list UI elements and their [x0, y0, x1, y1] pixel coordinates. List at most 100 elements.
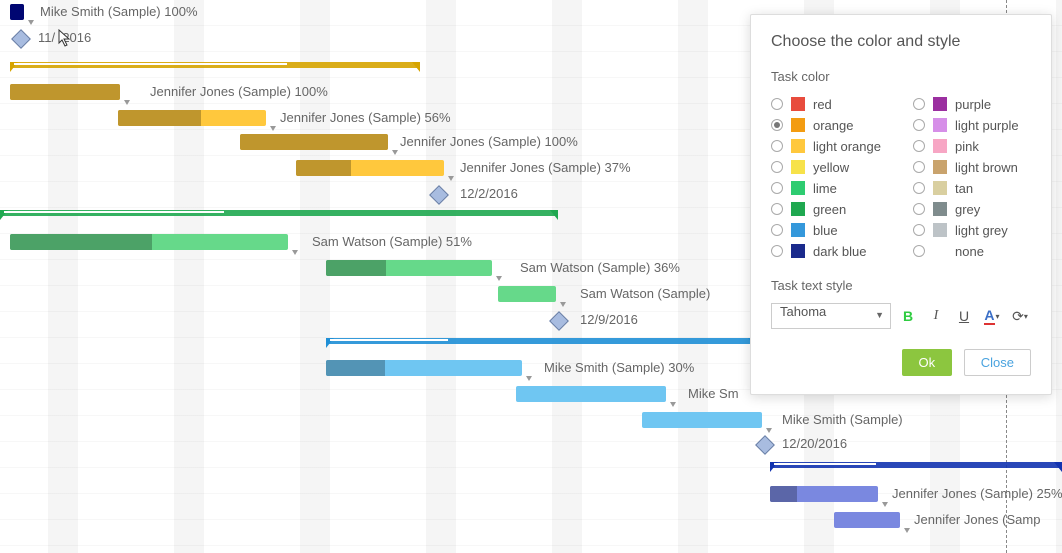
- dialog-buttons: Ok Close: [771, 349, 1031, 376]
- color-option-none[interactable]: none: [913, 241, 1031, 261]
- font-family-select[interactable]: Tahoma: [771, 303, 891, 329]
- radio-icon: [913, 140, 925, 152]
- summary-bar[interactable]: [326, 338, 756, 348]
- color-option-light-brown[interactable]: light brown: [913, 157, 1031, 177]
- color-swatch: [791, 97, 805, 111]
- color-option-yellow[interactable]: yellow: [771, 157, 889, 177]
- color-option-dark-blue[interactable]: dark blue: [771, 241, 889, 261]
- summary-bar[interactable]: [10, 62, 420, 72]
- dialog-title: Choose the color and style: [771, 33, 1031, 51]
- milestone-diamond[interactable]: [755, 435, 775, 455]
- color-name: light orange: [813, 139, 881, 154]
- task-label: Jennifer Jones (Sample) 100%: [150, 84, 328, 99]
- color-option-light-orange[interactable]: light orange: [771, 136, 889, 156]
- color-option-blue[interactable]: blue: [771, 220, 889, 240]
- task-label: Jennifer Jones (Sample) 25%: [892, 486, 1062, 501]
- color-name: yellow: [813, 160, 849, 175]
- task-bar[interactable]: [118, 110, 266, 126]
- color-option-lime[interactable]: lime: [771, 178, 889, 198]
- gantt-row: [0, 456, 1062, 482]
- task-color-label: Task color: [771, 69, 1031, 84]
- color-swatch: [933, 160, 947, 174]
- task-bar[interactable]: [10, 234, 288, 250]
- gantt-row: 12/20/2016: [0, 432, 1062, 458]
- radio-icon: [913, 161, 925, 173]
- radio-icon: [913, 224, 925, 236]
- task-bar[interactable]: [326, 260, 492, 276]
- dependency-arrow-icon: [28, 20, 34, 25]
- gantt-row: Jennifer Jones (Samp: [0, 508, 1062, 534]
- bold-button[interactable]: B: [897, 305, 919, 327]
- color-option-red[interactable]: red: [771, 94, 889, 114]
- color-swatch: [791, 223, 805, 237]
- task-bar[interactable]: [834, 512, 900, 528]
- dependency-arrow-icon: [526, 376, 532, 381]
- radio-icon: [771, 182, 783, 194]
- font-color-button[interactable]: A▾: [981, 305, 1003, 327]
- task-bar[interactable]: [642, 412, 762, 428]
- ok-button[interactable]: Ok: [902, 349, 953, 376]
- color-option-light-grey[interactable]: light grey: [913, 220, 1031, 240]
- italic-button[interactable]: I: [925, 305, 947, 327]
- radio-icon: [771, 98, 783, 110]
- task-progress: [10, 84, 120, 100]
- task-bar[interactable]: [326, 360, 522, 376]
- radio-icon: [913, 182, 925, 194]
- task-bar[interactable]: [240, 134, 388, 150]
- color-name: purple: [955, 97, 991, 112]
- dependency-arrow-icon: [124, 100, 130, 105]
- milestone-diamond[interactable]: [549, 311, 569, 331]
- task-bar[interactable]: [10, 4, 24, 20]
- color-swatch: [933, 202, 947, 216]
- task-progress: [118, 110, 201, 126]
- summary-bar[interactable]: [770, 462, 1062, 472]
- gantt-row: Mike Smith (Sample): [0, 408, 1062, 434]
- color-option-tan[interactable]: tan: [913, 178, 1031, 198]
- color-option-grey[interactable]: grey: [913, 199, 1031, 219]
- task-bar[interactable]: [770, 486, 878, 502]
- dependency-arrow-icon: [670, 402, 676, 407]
- color-name: light grey: [955, 223, 1008, 238]
- task-progress: [10, 4, 24, 20]
- color-option-light-purple[interactable]: light purple: [913, 115, 1031, 135]
- task-bar[interactable]: [10, 84, 120, 100]
- color-option-pink[interactable]: pink: [913, 136, 1031, 156]
- color-option-green[interactable]: green: [771, 199, 889, 219]
- color-option-purple[interactable]: purple: [913, 94, 1031, 114]
- summary-bar[interactable]: [0, 210, 558, 220]
- radio-icon: [913, 119, 925, 131]
- task-label: Sam Watson (Sample) 36%: [520, 260, 680, 275]
- underline-button[interactable]: U: [953, 305, 975, 327]
- dependency-arrow-icon: [560, 302, 566, 307]
- color-swatch: [933, 139, 947, 153]
- task-label: Mike Smith (Sample) 30%: [544, 360, 694, 375]
- milestone-diamond[interactable]: [429, 185, 449, 205]
- color-name: light purple: [955, 118, 1019, 133]
- task-label: Mike Smith (Sample) 100%: [40, 4, 198, 19]
- color-swatch: [933, 223, 947, 237]
- dependency-arrow-icon: [904, 528, 910, 533]
- task-progress: [240, 134, 388, 150]
- color-swatch: [791, 202, 805, 216]
- color-option-orange[interactable]: orange: [771, 115, 889, 135]
- task-label: 11/ /2016: [38, 30, 91, 45]
- task-bar[interactable]: [516, 386, 666, 402]
- task-progress: [10, 234, 152, 250]
- task-bar[interactable]: [498, 286, 556, 302]
- task-label: 12/20/2016: [782, 436, 847, 451]
- task-bar[interactable]: [296, 160, 444, 176]
- radio-icon: [771, 224, 783, 236]
- color-name: green: [813, 202, 846, 217]
- radio-icon: [913, 203, 925, 215]
- color-name: grey: [955, 202, 980, 217]
- radio-icon: [771, 140, 783, 152]
- color-swatch: [933, 118, 947, 132]
- milestone-diamond[interactable]: [11, 29, 31, 49]
- gantt-row: Jennifer Jones (Sample) 25%: [0, 482, 1062, 508]
- task-progress: [326, 260, 386, 276]
- color-swatch: [791, 181, 805, 195]
- close-button[interactable]: Close: [964, 349, 1031, 376]
- more-styles-button[interactable]: ⟳▾: [1009, 305, 1031, 327]
- radio-icon: [771, 161, 783, 173]
- color-name: light brown: [955, 160, 1018, 175]
